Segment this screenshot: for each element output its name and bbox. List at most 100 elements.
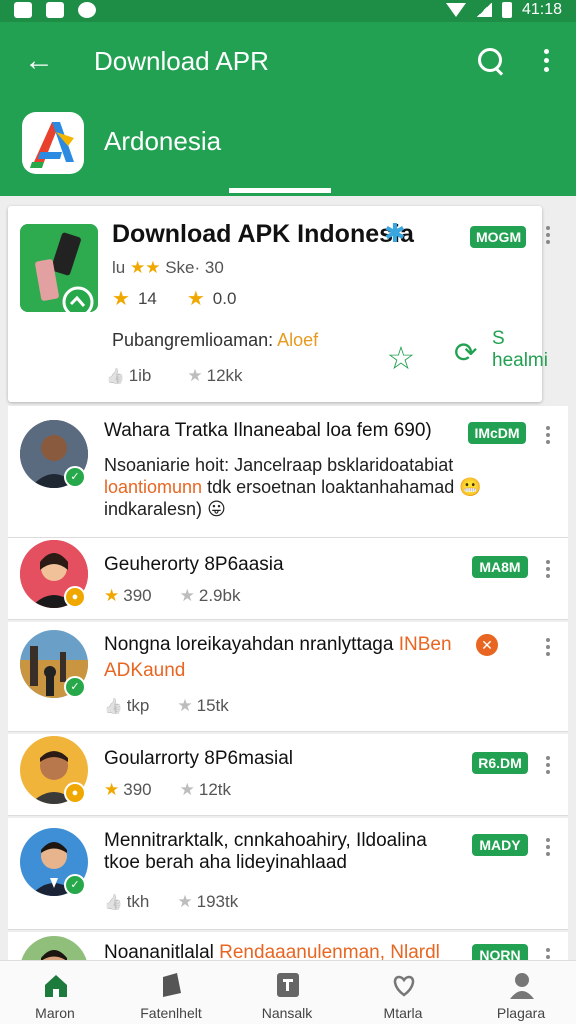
post-body-text: tdk ersoetnan loaktanhahamad <box>207 477 455 497</box>
nav-label: Plagara <box>496 1005 546 1021</box>
grimace-emoji-icon: 😬 <box>459 477 482 497</box>
nav-favorites[interactable]: Mtarla <box>348 961 458 1024</box>
featured-app-card[interactable]: Download APK Indonesia ✱ MOGM lu ★★ Ske·… <box>8 206 550 402</box>
star-outline-icon: ★ <box>179 586 195 605</box>
wifi-icon <box>445 3 466 17</box>
post-body-line3: indkaralesn) 😛 <box>104 499 226 519</box>
post-more-icon[interactable] <box>542 946 554 960</box>
status-time: 41:18 <box>521 1 562 18</box>
grid-icon <box>275 971 301 999</box>
star-outline-icon: ★ <box>177 892 193 911</box>
featured-ratings: ★ 14 ★ 0.0 <box>112 286 236 311</box>
post-more-icon[interactable] <box>542 636 554 660</box>
favorites-count: ★ 15tk <box>177 696 229 715</box>
likes-count: 1ib <box>106 366 152 386</box>
list-item[interactable]: ✓ Mennitrarktalk, cnnkahoahiry, Ildoalin… <box>8 818 568 930</box>
favorites-count: ★ 193tk <box>177 892 239 911</box>
heart-icon <box>391 971 417 999</box>
page-title: Download APR <box>94 46 269 76</box>
post-more-icon[interactable] <box>542 424 554 448</box>
featured-subtitle-text: Pubangremlioaman: <box>112 330 278 350</box>
post-stats: ★ 390 ★ 2.9bk <box>104 586 240 606</box>
list-item[interactable]: ✓ Wahara Tratka Ilnaneabal loa fem 690) … <box>8 406 568 538</box>
featured-subtitle-highlight: Aloef <box>277 330 319 350</box>
nav-label: Mtarla <box>383 1005 423 1021</box>
battery-icon <box>501 2 512 18</box>
post-stats: ★ 390 ★ 12tk <box>104 780 231 800</box>
featured-app-icon <box>20 224 98 318</box>
list-item[interactable]: ● Goularrorty 8P6masial R6.DM ★ 390 ★ 12tk <box>8 734 568 816</box>
post-badge[interactable]: NORN <box>472 944 528 960</box>
featured-meta-count: Ske· 30 <box>165 258 224 277</box>
star-outline-icon: ★ <box>187 366 203 385</box>
share-refresh-icon: ⟳ <box>454 337 478 368</box>
post-more-icon[interactable] <box>542 836 554 860</box>
feed: Download APK Indonesia ✱ MOGM lu ★★ Ske·… <box>0 196 576 960</box>
nav-bookmarks[interactable]: Fatenlhelt <box>116 961 226 1024</box>
status-bar: 41:18 <box>0 0 576 22</box>
featured-more-icon[interactable] <box>542 224 554 248</box>
nav-label: Maron <box>35 1005 75 1021</box>
star-outline-icon: ★ <box>177 696 193 715</box>
search-icon[interactable] <box>474 44 508 78</box>
bottom-navigation: Maron Fatenlhelt Nansalk Mtarla Plagara <box>0 960 576 1024</box>
star-outline-icon: ★ <box>179 780 195 799</box>
back-arrow-icon[interactable]: ← <box>22 44 56 78</box>
list-item[interactable]: ● Geuherorty 8P6aasia MA8M ★ 390 ★ 2.9bk <box>8 538 568 620</box>
post-badge[interactable]: R6.DM <box>472 752 528 774</box>
nav-profile[interactable]: Plagara <box>466 961 576 1024</box>
nav-home[interactable]: Maron <box>0 961 110 1024</box>
featured-stats: 1ib ★12kk <box>106 366 243 386</box>
share-button[interactable]: ⟳ Shealmi <box>454 328 558 372</box>
featured-meta-prefix: lu <box>112 258 126 277</box>
post-title-line2: tkoe berah aha lideyinahlaad <box>104 852 347 873</box>
post-more-icon[interactable] <box>542 558 554 582</box>
post-title-line2: ADKaund <box>104 660 186 681</box>
featured-meta: lu ★★ Ske· 30 <box>112 258 224 278</box>
tab-indicator <box>229 188 331 193</box>
post-title: Wahara Tratka Ilnaneabal loa fem 690) <box>104 420 432 441</box>
post-title: Geuherorty 8P6aasia <box>104 554 284 575</box>
rating-count: ★ 390 <box>104 780 152 799</box>
post-badge[interactable]: MADY <box>472 834 528 856</box>
post-title: Mennitrarktalk, cnnkahoahiry, Ildoalina <box>104 830 427 851</box>
post-body-line1: Nsoaniarie hoit: Jancelraap bsklaridoata… <box>104 455 454 475</box>
gold-badge-icon: ● <box>64 782 86 804</box>
post-title: Goularrorty 8P6masial <box>104 748 294 769</box>
sparkle-icon: ✱ <box>384 218 406 248</box>
chat-notification-icon <box>46 2 64 18</box>
favorites-count: ★ 2.9bk <box>179 586 241 605</box>
featured-rating-b: 0.0 <box>212 288 237 308</box>
nav-label: Fatenlhelt <box>140 1005 202 1021</box>
list-item[interactable]: ✓ Nongna loreikayahdan nranlyttaga INBen… <box>8 622 568 732</box>
post-badge[interactable]: MA8M <box>472 556 528 578</box>
nav-browse[interactable]: Nansalk <box>232 961 342 1024</box>
profile-icon <box>509 971 535 999</box>
post-title: Noananitlalal Rendaaanulenman, Nlardl <box>104 942 440 960</box>
nav-label: Nansalk <box>261 1005 313 1021</box>
favorites-count: ★ 12tk <box>179 780 232 799</box>
favorite-star-button[interactable]: ☆ <box>384 341 418 375</box>
cancel-circle-icon[interactable]: ✕ <box>474 632 500 658</box>
featured-app-title: Download APK Indonesia <box>112 220 414 248</box>
featured-subtitle: Pubangremlioaman: Aloef <box>112 330 318 351</box>
home-icon <box>43 971 69 999</box>
more-options-icon[interactable] <box>536 46 556 78</box>
tongue-emoji-icon: 😛 <box>207 499 226 519</box>
post-stats: tkp ★15tk <box>104 696 229 716</box>
featured-tag-badge[interactable]: MOGM <box>470 226 526 248</box>
verified-icon: ✓ <box>64 466 86 488</box>
star-icon: ★ <box>104 586 120 605</box>
list-item[interactable]: Noananitlalal Rendaaanulenman, Nlardl NO… <box>8 932 568 960</box>
brand-logo <box>22 112 84 174</box>
post-badge[interactable]: IMcDM <box>468 422 526 444</box>
post-title: Nongna loreikayahdan nranlyttaga INBen <box>104 634 452 655</box>
image-notification-icon <box>14 2 32 18</box>
featured-rating-a: 14 <box>137 288 157 308</box>
rating-count: ★ 390 <box>104 586 152 605</box>
post-more-icon[interactable] <box>542 754 554 778</box>
avatar <box>20 936 88 960</box>
compass-notification-icon <box>78 2 96 18</box>
star-icon: ★★ <box>129 258 161 277</box>
star-icon: ★ <box>104 780 120 799</box>
